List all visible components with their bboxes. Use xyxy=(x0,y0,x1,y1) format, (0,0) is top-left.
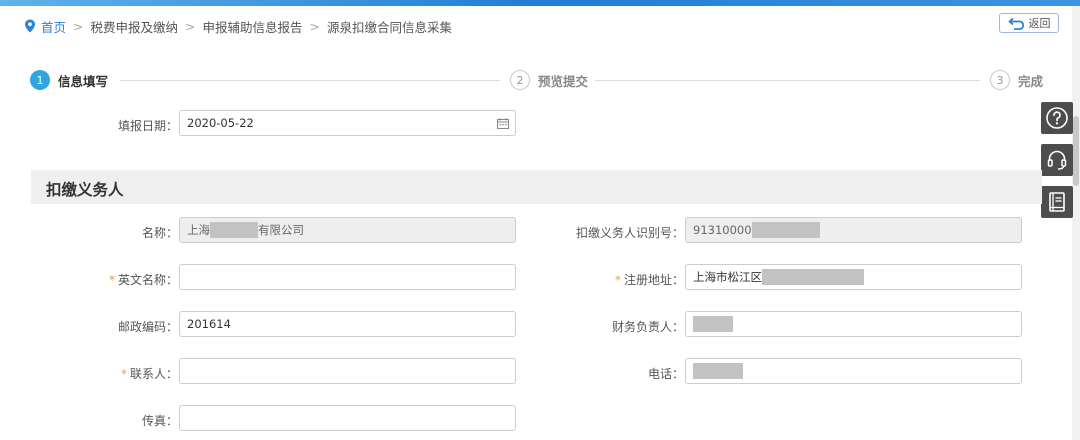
step-connector xyxy=(595,80,980,81)
english-name-label: * 英文名称： xyxy=(109,271,178,288)
postal-code-label: 邮政编码： xyxy=(117,320,178,334)
withholder-id-prefix: 91310000 xyxy=(693,223,752,237)
help-button[interactable] xyxy=(1041,102,1073,134)
breadcrumb: 首页 > 税费申报及缴纳 > 申报辅助信息报告 > 源泉扣缴合同信息采集 xyxy=(24,16,452,36)
calendar-icon[interactable] xyxy=(497,118,509,129)
name-suffix: 有限公司 xyxy=(258,223,304,237)
return-arrow-icon xyxy=(1008,17,1024,30)
location-pin-icon xyxy=(25,19,35,33)
reg-address-label: * 注册地址： xyxy=(615,271,684,288)
redaction-mask xyxy=(210,222,258,238)
finance-head-label: 财务负责人： xyxy=(611,320,684,334)
fill-date-value: 2020-05-22 xyxy=(187,116,254,130)
customer-service-button[interactable] xyxy=(1041,144,1073,176)
fax-input[interactable] xyxy=(179,405,516,431)
book-icon xyxy=(1049,192,1065,212)
postal-code-value: 201614 xyxy=(187,317,231,331)
step-1-label: 信息填写 xyxy=(58,73,109,89)
help-icon xyxy=(1046,107,1068,129)
withholder-id-field: 91310000 xyxy=(685,217,1022,243)
contact-label: * 联系人： xyxy=(121,365,178,382)
phone-input[interactable] xyxy=(685,358,1022,384)
headset-icon xyxy=(1047,150,1067,170)
progress-steps: 1 信息填写 2 预览提交 3 完成 xyxy=(30,70,1045,92)
required-mark: * xyxy=(108,273,115,287)
back-button-label: 返回 xyxy=(1028,17,1051,30)
redaction-mask xyxy=(751,222,820,238)
breadcrumb-home[interactable]: 首页 xyxy=(24,17,66,36)
step-3-number: 3 xyxy=(990,70,1010,90)
step-2-label: 预览提交 xyxy=(538,73,589,89)
breadcrumb-item-contract-collection: 源泉扣缴合同信息采集 xyxy=(327,19,453,35)
fill-date-label: 填报日期： xyxy=(117,119,178,133)
manual-button[interactable] xyxy=(1041,186,1073,218)
english-name-input[interactable] xyxy=(179,264,516,290)
breadcrumb-separator: > xyxy=(309,18,320,34)
step-2: 2 预览提交 xyxy=(510,70,588,90)
postal-code-input[interactable]: 201614 xyxy=(179,311,516,337)
redaction-mask xyxy=(762,269,864,285)
page-scrollbar[interactable] xyxy=(1072,6,1080,440)
section-header-withholder: 扣缴义务人 xyxy=(31,170,1042,204)
redaction-mask xyxy=(693,363,743,379)
breadcrumb-separator: > xyxy=(73,18,84,34)
name-field: 上海 有限公司 xyxy=(179,217,516,243)
required-mark: * xyxy=(120,367,127,381)
required-mark: * xyxy=(614,273,621,287)
breadcrumb-item-tax-filing[interactable]: 税费申报及缴纳 xyxy=(91,17,179,36)
name-label: 名称： xyxy=(141,226,178,240)
back-button[interactable]: 返回 xyxy=(999,13,1059,33)
step-3-label: 完成 xyxy=(1018,73,1044,89)
reg-address-input[interactable]: 上海市松江区 xyxy=(685,264,1022,290)
phone-label: 电话： xyxy=(647,367,684,381)
finance-head-input[interactable] xyxy=(685,311,1022,337)
step-1-number: 1 xyxy=(30,70,50,90)
contact-label-text: 联系人： xyxy=(129,367,178,381)
step-2-number: 2 xyxy=(510,70,530,90)
scrollbar-thumb[interactable] xyxy=(1073,116,1079,186)
fax-label: 传真： xyxy=(141,414,178,428)
breadcrumb-home-label[interactable]: 首页 xyxy=(41,17,66,36)
step-3: 3 完成 xyxy=(990,70,1043,90)
reg-address-prefix: 上海市松江区 xyxy=(693,270,762,284)
floating-toolbar xyxy=(1041,102,1073,228)
breadcrumb-item-aux-report[interactable]: 申报辅助信息报告 xyxy=(203,17,303,36)
english-name-label-text: 英文名称： xyxy=(117,273,178,287)
reg-address-label-text: 注册地址： xyxy=(623,273,684,287)
redaction-mask xyxy=(693,316,733,332)
name-prefix: 上海 xyxy=(187,223,210,237)
withholder-id-label: 扣缴义务人识别号： xyxy=(575,226,684,240)
fill-date-input[interactable]: 2020-05-22 xyxy=(179,110,516,136)
top-banner-strip xyxy=(0,0,1080,6)
breadcrumb-separator: > xyxy=(185,18,196,34)
section-title: 扣缴义务人 xyxy=(46,181,124,199)
contact-input[interactable] xyxy=(179,358,516,384)
step-connector xyxy=(120,80,500,81)
step-1: 1 信息填写 xyxy=(30,70,108,90)
